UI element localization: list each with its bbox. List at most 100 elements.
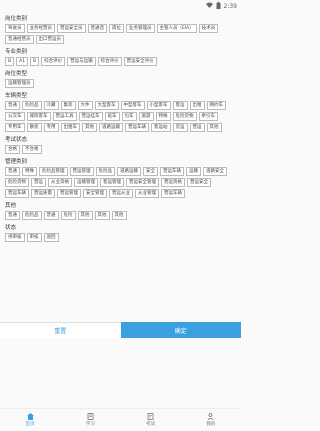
filter-tag[interactable]: 危险货物	[5, 178, 29, 187]
filter-tag[interactable]: 其他	[111, 211, 127, 220]
filter-tag[interactable]: 综合评价	[41, 57, 66, 66]
filter-tag[interactable]: 从业资格	[48, 178, 72, 187]
filter-tag[interactable]: 大件	[77, 101, 93, 110]
filter-tag[interactable]: 业务经营员	[26, 24, 55, 33]
filter-tag[interactable]: 安全管理	[83, 189, 107, 198]
filter-tag[interactable]: 运输管理	[74, 178, 98, 187]
filter-tag[interactable]: 中型客车	[120, 101, 145, 110]
filter-tag[interactable]: 散装	[26, 123, 42, 132]
filter-tag[interactable]: 专用车	[5, 123, 25, 132]
filter-tag[interactable]: 营运车辆	[5, 189, 29, 198]
tab-2[interactable]: 考试	[121, 409, 181, 431]
filter-tag[interactable]: 班车	[104, 112, 120, 121]
filter-tag[interactable]: 营运	[189, 123, 205, 132]
filter-tag[interactable]: 营运管理	[69, 167, 94, 176]
tab-3[interactable]: 我的	[181, 409, 241, 431]
filter-tag[interactable]: 货运	[172, 123, 188, 132]
section-title: 车辆类型	[5, 93, 28, 99]
filter-tag[interactable]: 技术员	[198, 24, 219, 33]
filter-tag[interactable]: 其他	[77, 211, 93, 220]
filter-tag[interactable]: 其他	[94, 211, 110, 220]
filter-tag[interactable]: 营运质量	[31, 189, 55, 198]
filter-tag[interactable]: 冷藏	[43, 101, 59, 110]
filter-tag[interactable]: 危险货物	[172, 112, 197, 121]
filter-tag[interactable]: 普通经营员	[5, 35, 34, 44]
filter-tag[interactable]: 危险品	[22, 211, 42, 220]
battery-icon	[216, 1, 221, 11]
filter-tag[interactable]: 大型客车	[94, 101, 119, 110]
filter-tag[interactable]: B	[5, 57, 15, 66]
filter-tag[interactable]: 出租	[189, 101, 205, 110]
filter-tag[interactable]: 危险品管理	[39, 167, 68, 176]
filter-tag[interactable]: 公交车	[5, 112, 25, 121]
filter-tag[interactable]: 营运安全评价	[123, 57, 157, 66]
filter-tag[interactable]: 审核	[26, 233, 42, 242]
filter-tag[interactable]: 营运资格	[161, 178, 185, 187]
filter-tag[interactable]: 出口营运员	[35, 35, 64, 44]
filter-tag[interactable]: 营运与运输	[67, 57, 96, 66]
filter-tag[interactable]: 岗位	[109, 24, 124, 33]
filter-tag[interactable]: 网约车	[206, 101, 226, 110]
filter-tag[interactable]: 运输	[186, 167, 201, 176]
filter-tag[interactable]: 牵引车	[198, 112, 218, 121]
filter-tag[interactable]: 营运车辆	[125, 123, 149, 132]
filter-tag[interactable]: 小型客车	[146, 101, 171, 110]
filter-tag[interactable]: 综合评价	[97, 57, 122, 66]
filter-tag[interactable]: 驳回	[43, 233, 59, 242]
filter-tag[interactable]: 普通	[5, 101, 20, 110]
reset-button[interactable]: 重置	[0, 322, 121, 338]
filter-tag[interactable]: 旅游	[138, 112, 154, 121]
filter-tag[interactable]: 专用	[43, 123, 59, 132]
tab-1[interactable]: 学习	[60, 409, 120, 431]
filter-tag[interactable]: 特殊	[155, 112, 171, 121]
confirm-button[interactable]: 确定	[120, 322, 241, 338]
filter-tag[interactable]: 包车	[121, 112, 137, 121]
filter-tag[interactable]: 业务管理员	[126, 24, 155, 33]
filter-tag[interactable]: 其他	[206, 123, 222, 132]
filter-tag[interactable]: 营运工具	[52, 112, 77, 121]
filter-tag[interactable]: 运输管理员	[5, 79, 34, 88]
filter-tag[interactable]: 营运安全员	[57, 24, 86, 33]
filter-tag[interactable]: 出租车	[60, 123, 80, 132]
filter-tag[interactable]: 集装	[60, 101, 76, 110]
filter-tag[interactable]: A1	[16, 57, 29, 66]
section-title: 其他	[5, 203, 17, 209]
filter-tag[interactable]: 营运从业	[109, 189, 133, 198]
filter-tag[interactable]: 城际客车	[26, 112, 51, 121]
filter-tag[interactable]: 合格	[5, 145, 20, 154]
filter-tag[interactable]: 营运管理	[57, 189, 81, 198]
filter-tag[interactable]: 危险品	[95, 167, 115, 176]
status-bar: 2:39	[0, 0, 241, 12]
filter-tag[interactable]: 驾驶员	[5, 24, 25, 33]
bottom-tab-bar: 首页 学习 考试 我的	[0, 408, 241, 431]
filter-tag[interactable]: 主管人员（EIA）	[156, 24, 197, 33]
filter-tag[interactable]: 安全	[143, 167, 158, 176]
filter-tag[interactable]: 客运管理	[100, 178, 124, 187]
filter-tag[interactable]: B	[30, 57, 40, 66]
filter-tag[interactable]: 营运安全	[187, 178, 211, 187]
filter-tag[interactable]: 营运	[31, 178, 46, 187]
filter-tag[interactable]: 营运挂车	[78, 112, 103, 121]
filter-tag[interactable]: 不合格	[22, 145, 42, 154]
filter-tag[interactable]: 普通	[5, 167, 20, 176]
filter-tag[interactable]: 危险	[60, 211, 76, 220]
filter-tag[interactable]: 营运安全管理	[126, 178, 159, 187]
tab-label: 学习	[85, 422, 95, 427]
filter-tag[interactable]: 客运站	[151, 123, 171, 132]
filter-tag[interactable]: 道路运输	[99, 123, 123, 132]
filter-tag[interactable]: 普通	[43, 211, 59, 220]
filter-tag[interactable]: 道路安全	[203, 167, 227, 176]
filter-tag[interactable]: 道路运输	[117, 167, 141, 176]
filter-tag[interactable]: 危险品	[22, 101, 42, 110]
filter-tag[interactable]: 客运	[172, 101, 188, 110]
filter-tag[interactable]: 营运车辆	[160, 167, 184, 176]
filter-tag[interactable]: 普通话	[87, 24, 107, 33]
filter-tag[interactable]: 待审核	[5, 233, 25, 242]
tab-0[interactable]: 首页	[0, 409, 60, 431]
exam-icon	[147, 413, 154, 420]
filter-tag[interactable]: 从业管理	[135, 189, 159, 198]
filter-tag[interactable]: 营运车辆	[161, 189, 185, 198]
filter-tag[interactable]: 特殊	[22, 167, 37, 176]
filter-tag[interactable]: 其他	[82, 123, 97, 132]
filter-tag[interactable]: 普通	[5, 211, 20, 220]
